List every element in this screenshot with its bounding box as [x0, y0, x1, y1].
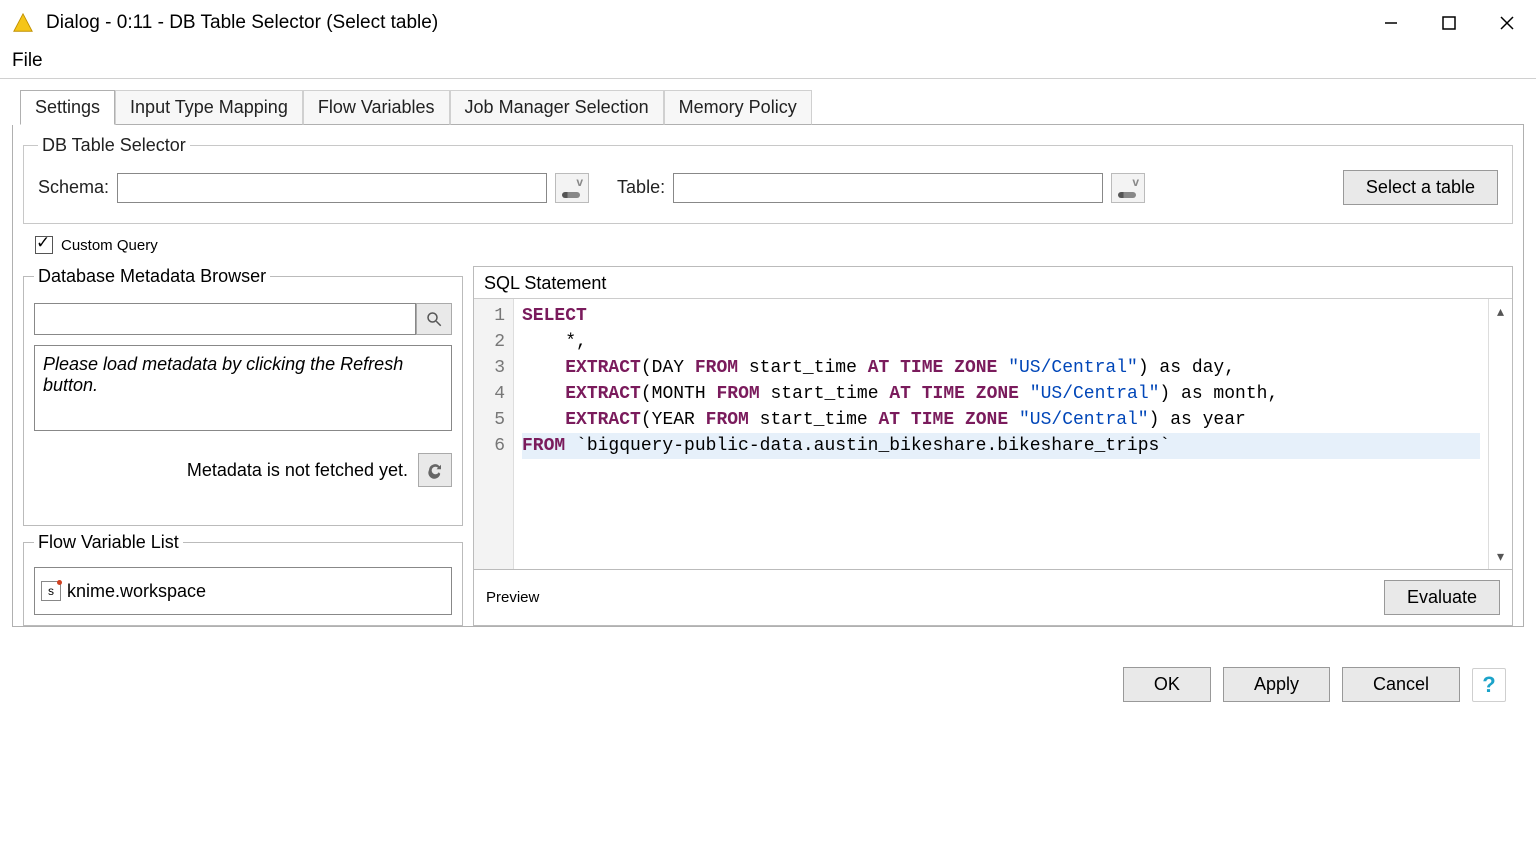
- flow-variable-list-legend: Flow Variable List: [34, 532, 183, 553]
- tab-flow-variables[interactable]: Flow Variables: [303, 90, 450, 125]
- table-flowvar-button[interactable]: [1111, 173, 1145, 203]
- menu-file[interactable]: File: [12, 50, 43, 71]
- metadata-search-button[interactable]: [416, 303, 452, 335]
- help-button[interactable]: ?: [1472, 668, 1506, 702]
- custom-query-checkbox[interactable]: [35, 236, 53, 254]
- minimize-button[interactable]: [1362, 0, 1420, 46]
- apply-button[interactable]: Apply: [1223, 667, 1330, 702]
- dialog-footer: OK Apply Cancel ?: [12, 627, 1524, 712]
- window-controls: [1362, 0, 1536, 46]
- tab-job-manager-selection[interactable]: Job Manager Selection: [450, 90, 664, 125]
- schema-flowvar-button[interactable]: [555, 173, 589, 203]
- preview-label: Preview: [486, 589, 539, 606]
- metadata-search-input[interactable]: [34, 303, 416, 335]
- table-label: Table:: [617, 177, 665, 198]
- close-button[interactable]: [1478, 0, 1536, 46]
- tab-strip: SettingsInput Type MappingFlow Variables…: [20, 89, 1524, 125]
- tab-input-type-mapping[interactable]: Input Type Mapping: [115, 90, 303, 125]
- titlebar: Dialog - 0:11 - DB Table Selector (Selec…: [0, 0, 1536, 46]
- metadata-browser-legend: Database Metadata Browser: [34, 266, 270, 287]
- flowvar-type-icon: s: [41, 581, 61, 601]
- flow-variable-list[interactable]: s knime.workspace: [34, 567, 452, 615]
- metadata-message: Please load metadata by clicking the Ref…: [34, 345, 452, 431]
- db-table-selector-group: DB Table Selector Schema: Table: Select …: [23, 135, 1513, 224]
- custom-query-row: Custom Query: [23, 224, 1513, 266]
- schema-label: Schema:: [38, 177, 109, 198]
- scroll-up-icon[interactable]: ▴: [1497, 303, 1504, 320]
- metadata-refresh-button[interactable]: [418, 453, 452, 487]
- evaluate-button[interactable]: Evaluate: [1384, 580, 1500, 615]
- tab-settings[interactable]: Settings: [20, 90, 115, 125]
- flow-variable-list-panel: Flow Variable List s knime.workspace: [23, 532, 463, 626]
- select-table-button[interactable]: Select a table: [1343, 170, 1498, 205]
- table-input[interactable]: [673, 173, 1103, 203]
- metadata-browser-panel: Database Metadata Browser Please load me…: [23, 266, 463, 526]
- db-table-selector-legend: DB Table Selector: [38, 135, 190, 156]
- sql-scrollbar[interactable]: ▴ ▾: [1488, 299, 1512, 569]
- menubar: File: [0, 46, 1536, 79]
- scroll-down-icon[interactable]: ▾: [1497, 548, 1504, 565]
- sql-line-gutter: 1 2 3 4 5 6: [474, 299, 514, 569]
- sql-editor[interactable]: SELECT *, EXTRACT(DAY FROM start_time AT…: [514, 299, 1488, 569]
- window-title: Dialog - 0:11 - DB Table Selector (Selec…: [46, 12, 438, 34]
- sql-statement-legend: SQL Statement: [474, 267, 1512, 298]
- app-icon: [12, 12, 34, 34]
- metadata-status: Metadata is not fetched yet.: [187, 460, 408, 481]
- preview-bar: Preview Evaluate: [473, 570, 1513, 626]
- tab-panel-settings: DB Table Selector Schema: Table: Select …: [12, 125, 1524, 627]
- flowvar-item-label: knime.workspace: [67, 581, 206, 602]
- sql-statement-panel: SQL Statement 1 2 3 4 5 6 SELECT *, EXTR…: [473, 266, 1513, 570]
- tab-memory-policy[interactable]: Memory Policy: [664, 90, 812, 125]
- maximize-button[interactable]: [1420, 0, 1478, 46]
- custom-query-label: Custom Query: [61, 237, 158, 254]
- ok-button[interactable]: OK: [1123, 667, 1211, 702]
- schema-input[interactable]: [117, 173, 547, 203]
- cancel-button[interactable]: Cancel: [1342, 667, 1460, 702]
